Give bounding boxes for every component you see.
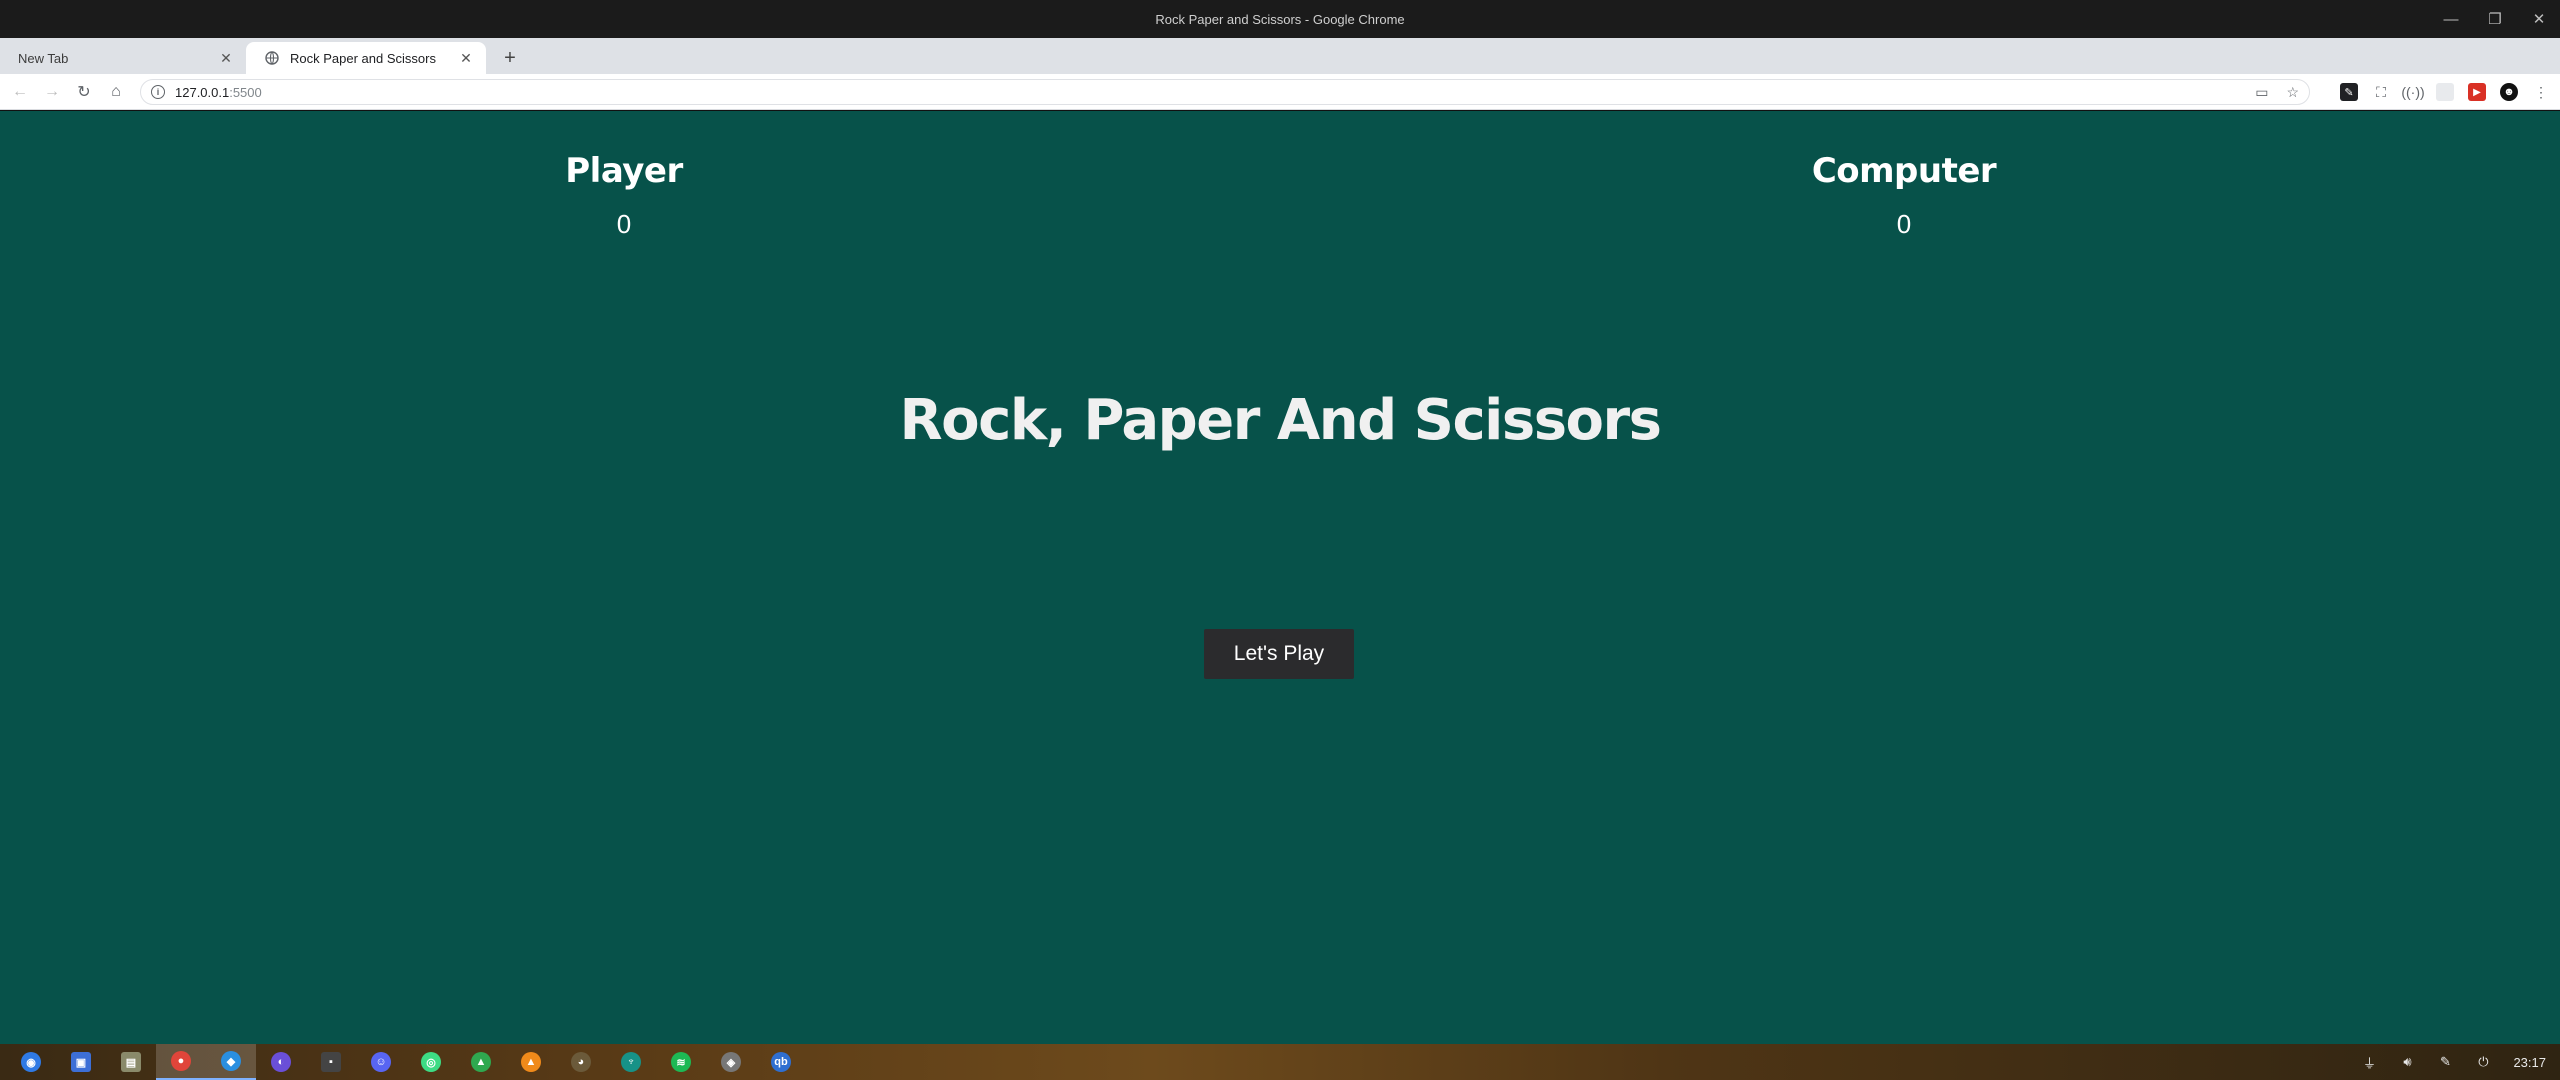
player-score-block: Player 0 — [474, 151, 774, 240]
gitkraken-glyph-icon: ♆ — [621, 1052, 641, 1072]
vlc-glyph-icon: ▲ — [521, 1052, 541, 1072]
browser-toolbar: ← → ↻ ⌂ i 127.0.0.1 :5500 ▭ ☆ ✎ ⛶ ((·)) … — [0, 74, 2560, 110]
image-viewer-glyph-icon: ▲ — [471, 1052, 491, 1072]
tab-title: New Tab — [18, 50, 69, 66]
firefox-glyph-icon: ◐ — [271, 1052, 291, 1072]
volume-icon[interactable]: 🔊︎ — [2399, 1054, 2415, 1070]
clock[interactable]: 23:17 — [2513, 1055, 2546, 1070]
url-host: 127.0.0.1 — [175, 84, 230, 100]
discord-glyph-icon: ☺ — [371, 1052, 391, 1072]
files-glyph-icon: ▤ — [121, 1052, 141, 1072]
taskbar-firefox-icon[interactable]: ◐ — [256, 1044, 306, 1080]
taskbar: ◉ ▣ ▤ ● ◆ ◐ ▪ ☺ ◎ ▲ ▲ ◕ ♆ ≋ ◈ qb ⏚ 🔊︎ ✎ ⏻ 23:17 — [0, 1044, 2560, 1080]
computer-label: Computer — [1811, 151, 1997, 191]
window-title: Rock Paper and Scissors - Google Chrome — [1155, 11, 1405, 27]
window-controls: — ❐ ✕ — [2440, 0, 2550, 38]
taskbar-gitkraken-icon[interactable]: ♆ — [606, 1044, 656, 1080]
extension-blank-icon[interactable] — [2436, 83, 2454, 101]
broadcast-icon[interactable]: ((·)) — [2401, 83, 2424, 101]
restore-button[interactable]: ❐ — [2484, 8, 2506, 30]
site-info-icon[interactable]: i — [151, 85, 165, 99]
taskbar-apps: ◉ ▣ ▤ ● ◆ ◐ ▪ ☺ ◎ ▲ ▲ ◕ ♆ ≋ ◈ qb — [0, 1044, 806, 1080]
tab-title: Rock Paper and Scissors — [290, 50, 436, 66]
vscode-glyph-icon: ◆ — [221, 1051, 241, 1071]
taskbar-vscode-icon[interactable]: ◆ — [206, 1044, 256, 1080]
youtube-extension-icon[interactable]: ▶ — [2468, 83, 2486, 101]
layers-glyph-icon: ◈ — [721, 1052, 741, 1072]
taskbar-store-icon[interactable]: ▣ — [56, 1044, 106, 1080]
taskbar-discord-icon[interactable]: ☺ — [356, 1044, 406, 1080]
gimp-glyph-icon: ◕ — [571, 1052, 591, 1072]
taskbar-android-studio-icon[interactable]: ◎ — [406, 1044, 456, 1080]
system-tray: ⏚ 🔊︎ ✎ ⏻ 23:17 — [2361, 1044, 2546, 1080]
qbittorrent-glyph-icon: qb — [771, 1052, 791, 1072]
menu-kebab-icon[interactable]: ⋮ — [2532, 83, 2550, 101]
taskbar-gimp-icon[interactable]: ◕ — [556, 1044, 606, 1080]
reload-icon[interactable]: ↻ — [68, 76, 100, 108]
close-tab-icon[interactable]: ✕ — [458, 50, 474, 66]
usb-icon[interactable]: ⏚ — [2361, 1054, 2377, 1071]
back-icon[interactable]: ← — [4, 76, 36, 108]
computer-score: 0 — [1896, 209, 1912, 239]
address-bar[interactable]: i 127.0.0.1 :5500 ▭ ☆ — [140, 79, 2310, 105]
screenshot-icon[interactable]: ⛶ — [2372, 83, 2390, 101]
page-title: Rock, Paper And Scissors — [899, 388, 1662, 453]
computer-score-block: Computer 0 — [1754, 151, 2054, 240]
lets-play-button[interactable]: Let's Play — [1204, 629, 1354, 679]
taskbar-layers-icon[interactable]: ◈ — [706, 1044, 756, 1080]
profile-avatar-icon[interactable]: ☻ — [2500, 83, 2518, 101]
taskbar-spotify-icon[interactable]: ≋ — [656, 1044, 706, 1080]
tab-new-tab[interactable]: New Tab ✕ — [0, 42, 246, 74]
url-port: :5500 — [229, 84, 262, 100]
extension-pen-icon[interactable]: ✎ — [2340, 83, 2358, 101]
new-tab-button[interactable]: + — [498, 46, 522, 70]
taskbar-chrome-icon[interactable]: ● — [156, 1044, 206, 1080]
cast-icon[interactable]: ▭ — [2255, 84, 2268, 101]
close-tab-icon[interactable]: ✕ — [218, 50, 234, 66]
bookmark-star-icon[interactable]: ☆ — [2286, 84, 2299, 101]
pen-icon[interactable]: ✎ — [2437, 1054, 2453, 1070]
game-page: Player 0 Computer 0 Rock, Paper And Scis… — [0, 111, 2560, 1044]
taskbar-files-icon[interactable]: ▤ — [106, 1044, 156, 1080]
minimize-button[interactable]: — — [2440, 8, 2462, 30]
taskbar-qbittorrent-icon[interactable]: qb — [756, 1044, 806, 1080]
taskbar-image-viewer-icon[interactable]: ▲ — [456, 1044, 506, 1080]
launcher-glyph-icon: ◉ — [21, 1052, 41, 1072]
close-window-button[interactable]: ✕ — [2528, 8, 2550, 30]
home-icon[interactable]: ⌂ — [100, 76, 132, 108]
player-score: 0 — [616, 209, 632, 239]
terminal-glyph-icon: ▪ — [321, 1052, 341, 1072]
player-label: Player — [565, 151, 683, 191]
store-glyph-icon: ▣ — [71, 1052, 91, 1072]
tab-strip: New Tab ✕ Rock Paper and Scissors ✕ + — [0, 38, 2560, 74]
android-studio-glyph-icon: ◎ — [421, 1052, 441, 1072]
spotify-glyph-icon: ≋ — [671, 1052, 691, 1072]
window-titlebar: Rock Paper and Scissors - Google Chrome … — [0, 0, 2560, 38]
extensions-area: ✎ ⛶ ((·)) ▶ ☻ ⋮ — [2340, 74, 2550, 110]
taskbar-terminal-icon[interactable]: ▪ — [306, 1044, 356, 1080]
tab-rock-paper-scissors[interactable]: Rock Paper and Scissors ✕ — [246, 42, 486, 74]
forward-icon[interactable]: → — [36, 76, 68, 108]
taskbar-launcher-icon[interactable]: ◉ — [6, 1044, 56, 1080]
power-icon[interactable]: ⏻ — [2475, 1054, 2491, 1070]
globe-icon — [264, 50, 280, 66]
taskbar-vlc-icon[interactable]: ▲ — [506, 1044, 556, 1080]
screen: Rock Paper and Scissors - Google Chrome … — [0, 0, 2560, 1080]
chrome-glyph-icon: ● — [171, 1051, 191, 1071]
